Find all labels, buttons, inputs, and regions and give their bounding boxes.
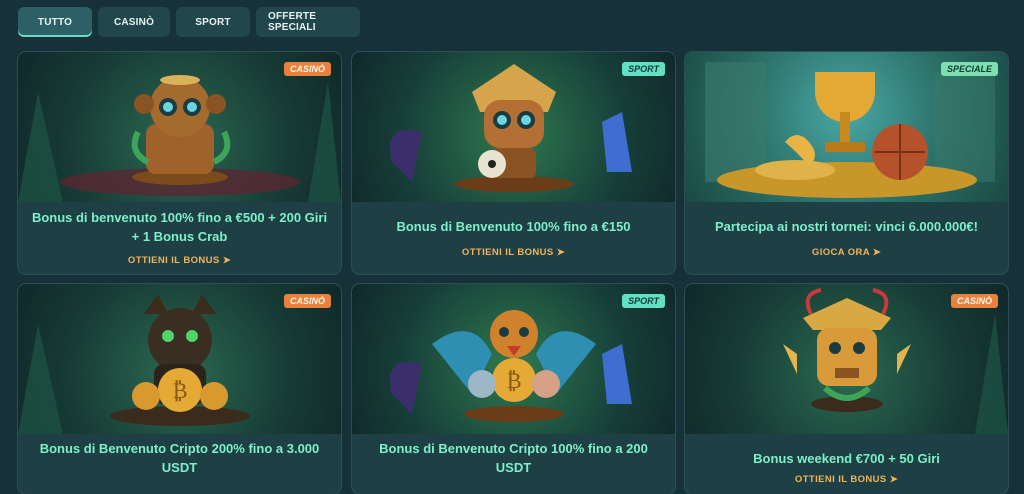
promo-image: SPECIALE [685, 52, 1008, 202]
promo-card-casino-welcome[interactable]: CASINÒ Bonus di benvenuto 100% fino a €5… [18, 52, 341, 274]
promo-image: SPORT [352, 52, 675, 202]
tab-sport[interactable]: SPORT [176, 7, 250, 37]
promo-image: CASINÒ [685, 284, 1008, 434]
tab-label: TUTTO [37, 16, 73, 28]
promo-title: Bonus di benvenuto 100% fino a €500 + 20… [31, 210, 328, 244]
claim-bonus-link[interactable]: OTTIENI IL BONUS ➤ [685, 474, 1008, 485]
promo-card-tournaments[interactable]: SPECIALE Partecipa ai nostri tornei: vin… [685, 52, 1008, 274]
promo-card-crypto-casino[interactable]: ₿ CASINÒ Bonus di Benvenuto Cripto 200% … [18, 284, 341, 494]
svg-text:₿: ₿ [172, 379, 187, 404]
promo-title: Bonus di Benvenuto Cripto 100% fino a 20… [379, 441, 648, 475]
promo-card-sport-welcome[interactable]: SPORT Bonus di Benvenuto 100% fino a €15… [352, 52, 675, 274]
tab-label: SPORT [195, 16, 231, 28]
promo-title: Bonus di Benvenuto Cripto 200% fino a 3.… [39, 441, 320, 475]
category-badge: SPORT [622, 62, 665, 76]
promo-image: CASINÒ [18, 52, 341, 202]
play-now-link[interactable]: GIOCA ORA ➤ [685, 247, 1008, 258]
promo-title: Bonus di Benvenuto 100% fino a €150 [396, 219, 631, 234]
promo-image: ₿ CASINÒ [18, 284, 341, 434]
promo-title: Partecipa ai nostri tornei: vinci 6.000.… [714, 219, 978, 234]
promo-title: Bonus weekend €700 + 50 Giri [753, 451, 940, 466]
promo-card-crypto-sport[interactable]: ₿ SPORT Bonus di Benvenuto Cripto 100% f… [352, 284, 675, 494]
category-tabs: TUTTO CASINÒ SPORT OFFERTE SPECIALI [18, 7, 360, 37]
category-badge: CASINÒ [950, 294, 998, 308]
tab-label: CASINÒ [113, 16, 155, 28]
tab-label: OFFERTE SPECIALI [268, 11, 317, 33]
tab-offerte-speciali[interactable]: OFFERTE SPECIALI [256, 7, 360, 37]
claim-bonus-link[interactable]: OTTIENI IL BONUS ➤ [352, 247, 675, 258]
svg-text:₿: ₿ [506, 369, 521, 394]
promo-card-weekend[interactable]: CASINÒ Bonus weekend €700 + 50 Giri OTTI… [685, 284, 1008, 494]
category-badge: CASINÒ [283, 294, 331, 308]
claim-bonus-link[interactable]: OTTIENI IL BONUS ➤ [18, 255, 341, 266]
category-badge: SPORT [622, 294, 665, 308]
category-badge: SPECIALE [940, 62, 998, 76]
category-badge: CASINÒ [283, 62, 331, 76]
tab-casino[interactable]: CASINÒ [98, 7, 170, 37]
tab-tutto[interactable]: TUTTO [18, 7, 92, 37]
promo-image: ₿ SPORT [352, 284, 675, 434]
